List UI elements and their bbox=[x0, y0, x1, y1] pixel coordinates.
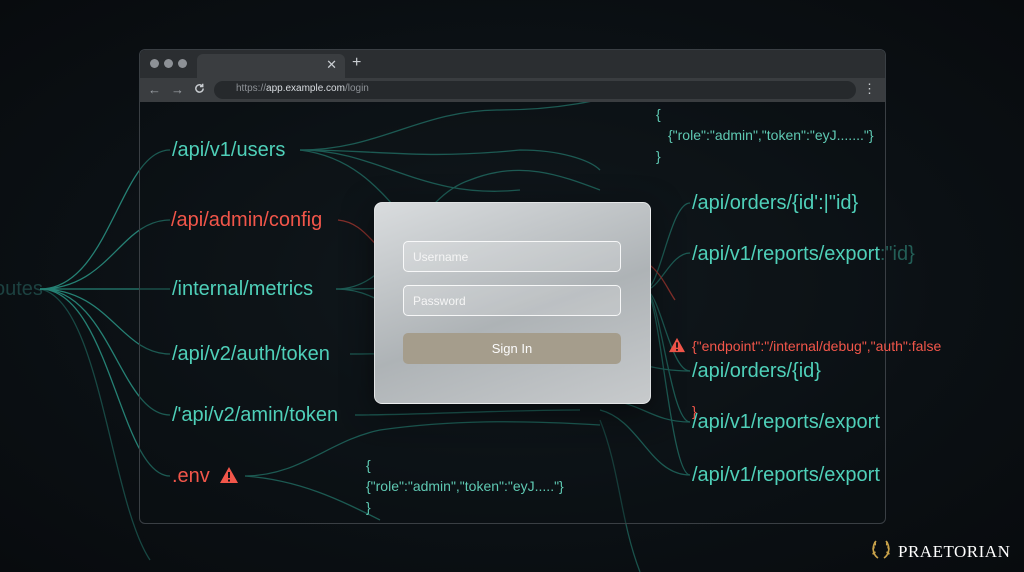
tab-bar: ✕ + bbox=[140, 50, 885, 78]
route-api-v2-amin-token: /'api/v2/amin/token bbox=[172, 404, 339, 426]
json-debug-alert: {"endpoint":"/internal/debug","auth":fal… bbox=[668, 294, 941, 443]
new-tab-button[interactable]: + bbox=[352, 54, 361, 72]
warning-icon bbox=[219, 466, 239, 490]
route-api-v2-auth-token: /api/v2/auth/token bbox=[172, 343, 330, 365]
window-close-dot[interactable] bbox=[150, 59, 159, 68]
route-internal-metrics: /internal/metrics bbox=[172, 278, 314, 300]
browser-toolbar: ← → https://app.example.com/login ⋮ bbox=[140, 78, 885, 102]
window-maximize-dot[interactable] bbox=[178, 59, 187, 68]
laurel-wreath-icon bbox=[870, 538, 892, 565]
forward-arrow-icon[interactable]: → bbox=[171, 82, 184, 97]
route-api-v1-reports-export: /api/v1/reports/export:"id} bbox=[692, 243, 915, 265]
close-icon[interactable]: ✕ bbox=[326, 57, 337, 73]
brand-name: PRAETORIAN bbox=[898, 541, 1011, 561]
route-api-admin-config: /api/admin/config bbox=[171, 209, 323, 231]
username-field[interactable] bbox=[403, 241, 621, 272]
back-arrow-icon[interactable]: ← bbox=[148, 82, 161, 97]
route-api-v1-users: /api/v1/users bbox=[172, 139, 286, 161]
json-token-snippet-top: {{"role":"admin","token":"eyJ......."}} bbox=[656, 106, 874, 164]
login-form: Sign In bbox=[374, 202, 651, 404]
url-text: https://app.example.com/login bbox=[236, 83, 369, 94]
address-bar[interactable]: https://app.example.com/login bbox=[214, 81, 856, 99]
route-api-orders-id-quoted: /api/orders/{id':|"id} bbox=[692, 192, 859, 214]
sign-in-button[interactable]: Sign In bbox=[403, 333, 621, 364]
password-field[interactable] bbox=[403, 285, 621, 316]
route-api-v1-reports-export: /api/v1/reports/export bbox=[692, 464, 880, 486]
json-token-snippet-bottom: {{"role":"admin","token":"eyJ....."}} bbox=[366, 457, 564, 515]
browser-tab[interactable]: ✕ bbox=[197, 54, 345, 78]
reload-icon[interactable] bbox=[194, 82, 205, 97]
browser-menu-icon[interactable]: ⋮ bbox=[863, 81, 876, 97]
brand-logo: PRAETORIAN bbox=[870, 538, 1010, 565]
warning-icon bbox=[668, 337, 686, 359]
route-env: .env bbox=[172, 465, 239, 490]
window-minimize-dot[interactable] bbox=[164, 59, 173, 68]
